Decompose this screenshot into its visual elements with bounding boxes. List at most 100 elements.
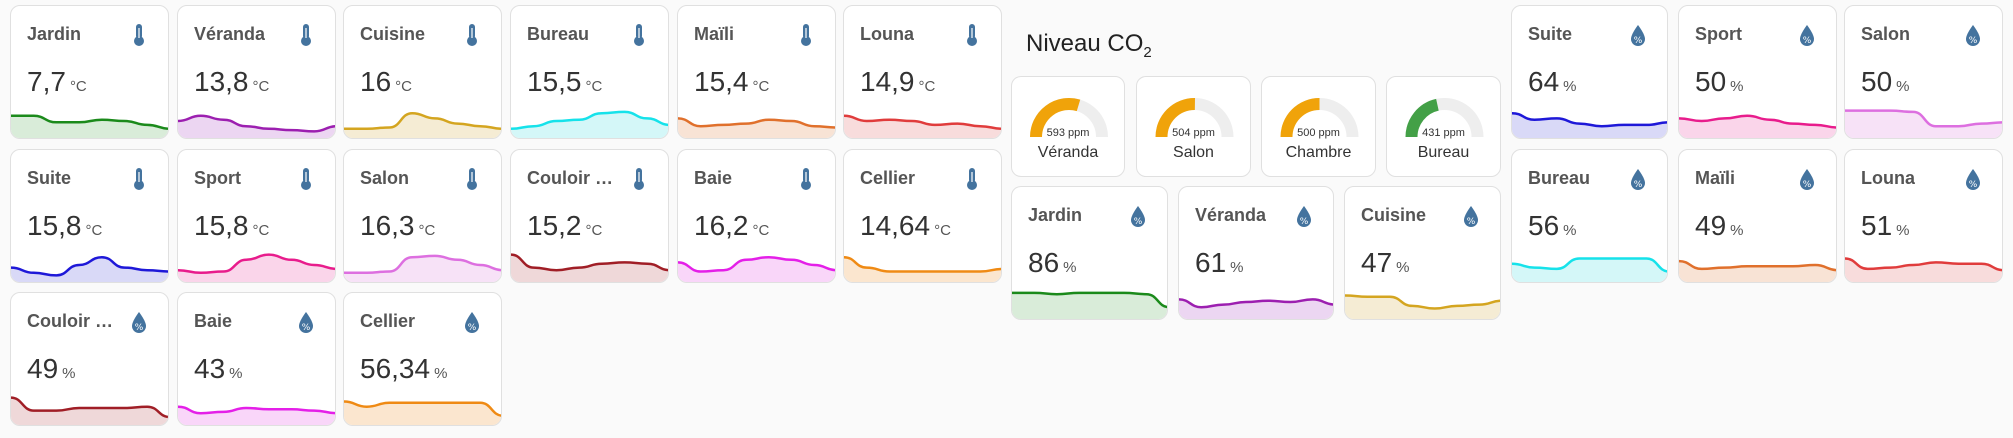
sensor-card[interactable]: Salon% 50%: [1844, 5, 2003, 139]
history-area: [844, 257, 1001, 282]
sensor-value-row: 16,2 °C: [694, 210, 769, 242]
sensor-unit: °C: [418, 222, 436, 239]
co2-value: 431 ppm: [1422, 127, 1465, 139]
sensor-name: Sport: [1695, 24, 1742, 44]
svg-text:%: %: [1300, 217, 1309, 227]
sensor-unit: °C: [85, 222, 103, 239]
sensor-card[interactable]: Jardin% 86%: [1011, 186, 1168, 320]
sensor-history-graph: [1512, 257, 1667, 282]
sensor-value: 51: [1861, 210, 1893, 241]
svg-text:%: %: [1803, 36, 1812, 46]
svg-text:%: %: [1467, 217, 1476, 227]
sensor-name: Cellier: [360, 311, 416, 331]
sensor-name: Salon: [360, 168, 410, 188]
sensor-history-graph: [178, 253, 335, 282]
sensor-value-row: 15,8 °C: [194, 210, 269, 242]
sensor-card[interactable]: Cuisine 16 °C: [343, 5, 502, 139]
water-percent-icon: %: [1962, 166, 1984, 192]
sensor-unit: °C: [918, 78, 936, 95]
history-area: [1845, 258, 2002, 282]
water-percent-icon: %: [295, 309, 317, 335]
water-percent-icon: %: [1962, 22, 1984, 48]
sensor-card[interactable]: Suite% 64%: [1511, 5, 1668, 139]
water-percent-icon: %: [1627, 22, 1649, 48]
sensor-card[interactable]: Bureau 15,5 °C: [510, 5, 669, 139]
sensor-value: 56,34: [360, 353, 431, 384]
sensor-card[interactable]: Couloir Éta… 15,2°C: [510, 149, 669, 283]
sensor-card[interactable]: Véranda 13,8 °C: [177, 5, 336, 139]
sensor-value: 50: [1861, 66, 1893, 97]
sensor-name: Baie: [694, 168, 733, 188]
sensor-value: 49: [1695, 210, 1727, 241]
thermometer-icon: [295, 22, 317, 48]
sensor-value: 64: [1528, 66, 1560, 97]
sensor-card[interactable]: Cellier% 56,34%: [343, 292, 502, 426]
sensor-card[interactable]: Louna 14,9 °C: [843, 5, 1002, 139]
co2-value: 593 ppm: [1046, 127, 1090, 139]
thermometer-icon: [295, 166, 317, 192]
sensor-unit: °C: [585, 78, 603, 95]
svg-text:%: %: [1634, 180, 1643, 190]
sensor-value: 15,5: [527, 66, 582, 97]
thermometer-icon: [128, 166, 150, 192]
sensor-card[interactable]: Suite 15,8 °C: [10, 149, 169, 283]
sensor-card[interactable]: Couloir Éta…%49%: [10, 292, 169, 426]
co2-gauge-card[interactable]: 500 ppm Chambre: [1261, 76, 1376, 177]
sensor-card[interactable]: Cellier 14,64 °C: [843, 149, 1002, 283]
thermometer-icon: [461, 166, 483, 192]
sensor-value: 61: [1195, 247, 1227, 278]
sensor-card[interactable]: Baie% 43%: [177, 292, 336, 426]
sensor-history-graph: [1179, 298, 1333, 319]
sensor-card[interactable]: Sport% 50%: [1678, 5, 1837, 139]
sensor-history-graph: [344, 400, 501, 425]
sensor-card[interactable]: Sport 15,8 °C: [177, 149, 336, 283]
sensor-name: Louna: [1861, 168, 1915, 188]
sensor-card[interactable]: Louna% 51%: [1844, 149, 2003, 283]
sensor-unit: %: [62, 365, 76, 382]
sensor-history-graph: [178, 405, 335, 425]
co2-value: 500 ppm: [1297, 127, 1340, 139]
sensor-unit: %: [1230, 259, 1244, 276]
sensor-value-row: 51%: [1861, 210, 1910, 242]
water-percent-icon: %: [1796, 22, 1818, 48]
thermometer-icon: [961, 166, 983, 192]
sensor-history-graph: [1512, 111, 1667, 138]
sensor-card[interactable]: Cuisine% 47%: [1344, 186, 1501, 320]
sensor-card[interactable]: Jardin 7,7 °C: [10, 5, 169, 139]
history-area: [1679, 115, 1836, 138]
history-area: [678, 257, 835, 282]
sensor-history-graph: [1845, 109, 2002, 138]
co2-gauge-card[interactable]: 431 ppm Bureau: [1386, 76, 1501, 177]
sensor-value-row: 86%: [1028, 247, 1077, 279]
co2-room-label: Chambre: [1285, 144, 1352, 161]
sensor-history-graph: [844, 255, 1001, 282]
sensor-card[interactable]: Maïli 15,4 °C: [677, 5, 836, 139]
water-percent-icon: %: [1127, 203, 1149, 229]
sensor-card[interactable]: Maïli% 49%: [1678, 149, 1837, 283]
sensor-card[interactable]: Véranda% 61%: [1178, 186, 1334, 320]
co2-room-label: Salon: [1173, 144, 1214, 161]
water-percent-icon: %: [1293, 203, 1315, 229]
sensor-name: Bureau: [527, 24, 590, 44]
sensor-value-row: 15,8 °C: [27, 210, 102, 242]
history-area: [1512, 258, 1667, 282]
sensor-value-row: 14,64 °C: [860, 210, 951, 242]
sensor-value: 16,2: [694, 210, 749, 241]
sensor-value-row: 15,2 °C: [527, 210, 602, 242]
co2-gauge-card[interactable]: 504 ppm Salon: [1136, 76, 1251, 177]
sensor-history-graph: [344, 254, 501, 282]
svg-text:%: %: [1969, 36, 1978, 46]
sensor-value: 15,2: [527, 210, 582, 241]
sensor-card[interactable]: Salon 16,3 °C: [343, 149, 502, 283]
water-percent-icon: %: [461, 309, 483, 335]
sensor-value-row: 13,8 °C: [194, 66, 269, 98]
sensor-card[interactable]: Baie 16,2 °C: [677, 149, 836, 283]
sensor-name: Suite: [27, 168, 72, 188]
co2-gauge-card[interactable]: 593 ppm Véranda: [1011, 76, 1125, 177]
sensor-card[interactable]: Bureau% 56%: [1511, 149, 1668, 283]
thermometer-icon: [461, 22, 483, 48]
svg-text:%: %: [135, 323, 144, 333]
sensor-value: 14,9: [860, 66, 915, 97]
water-percent-icon: %: [128, 309, 150, 335]
sensor-value: 16: [360, 66, 392, 97]
